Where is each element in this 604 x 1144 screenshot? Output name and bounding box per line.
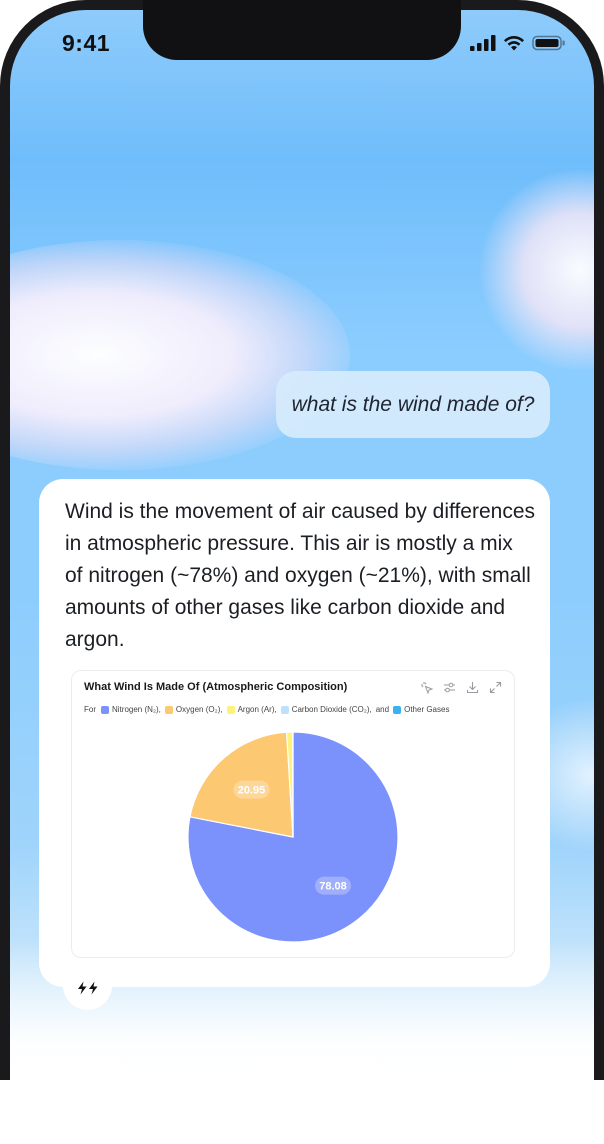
user-message-text: what is the wind made of?: [291, 392, 535, 416]
cloud: [480, 170, 594, 370]
cellular-signal-icon: [470, 35, 496, 51]
user-message-bubble: what is the wind made of?: [276, 371, 550, 438]
pie-data-label: 20.95: [233, 780, 270, 799]
status-icons: [470, 35, 566, 51]
wifi-icon: [504, 35, 524, 51]
svg-text:78.08: 78.08: [319, 881, 347, 893]
assistant-reply-text: Wind is the movement of air caused by di…: [65, 500, 536, 651]
svg-text:20.95: 20.95: [238, 785, 266, 797]
double-bolt-icon: [77, 981, 97, 994]
status-time: 9:41: [62, 30, 111, 56]
notch: [143, 0, 461, 60]
assistant-reply-card: Wind is the movement of air caused by di…: [39, 479, 550, 987]
pie-data-label: 78.08: [315, 876, 352, 895]
pie-chart: 78.08 20.95: [187, 731, 399, 943]
battery-icon: [532, 35, 565, 51]
pie-chart-card: What Wind Is Made Of (Atmospheric Compos…: [71, 670, 515, 958]
